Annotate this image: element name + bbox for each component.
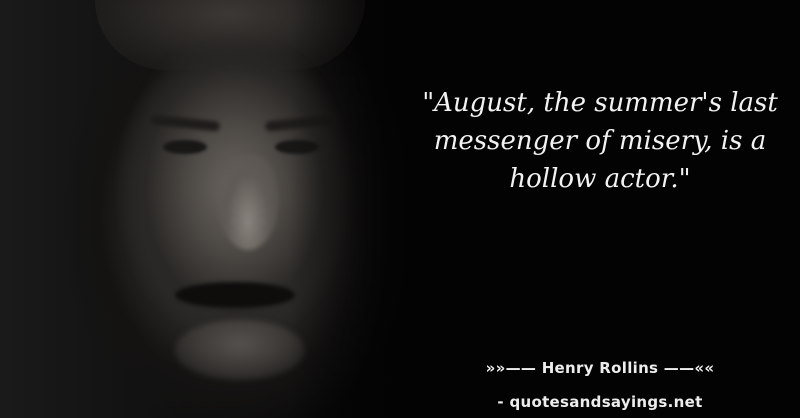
quote-card: "August, the summer's last messenger of … bbox=[0, 0, 800, 418]
portrait-fade bbox=[290, 0, 430, 418]
portrait-nose bbox=[218, 155, 278, 250]
quote-source: - quotesandsayings.net bbox=[497, 393, 703, 411]
quote-author: »»—— Henry Rollins ——«« bbox=[485, 359, 715, 377]
portrait-chin bbox=[175, 320, 305, 380]
quote-text: "August, the summer's last messenger of … bbox=[422, 88, 778, 194]
portrait-photo bbox=[0, 0, 430, 418]
portrait-mouth bbox=[175, 282, 295, 308]
portrait-eye-left bbox=[163, 140, 207, 154]
